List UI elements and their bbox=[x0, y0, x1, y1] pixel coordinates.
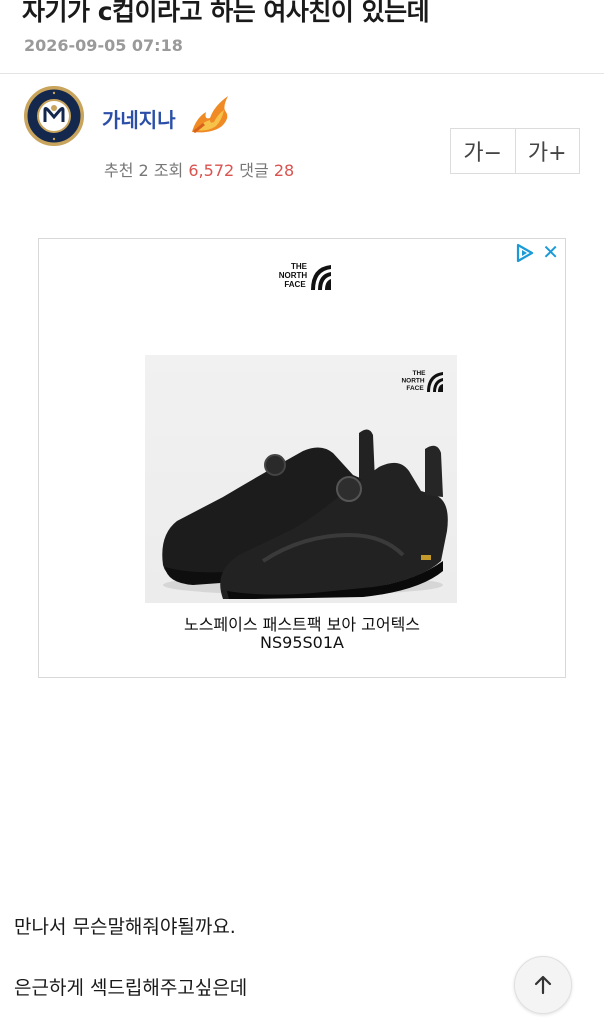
recommend-count: 2 bbox=[138, 161, 149, 180]
shoes-image bbox=[162, 429, 448, 599]
font-size-controls: 가− 가+ bbox=[450, 128, 580, 174]
product-code[interactable]: NS95S01A bbox=[39, 633, 565, 652]
brand-logo: THE NORTH FACE bbox=[279, 262, 331, 290]
ad-close-icon[interactable]: ✕ bbox=[542, 241, 559, 263]
flame-icon bbox=[192, 96, 228, 134]
brewers-logo-icon bbox=[24, 86, 84, 146]
font-decrease-button[interactable]: 가− bbox=[451, 129, 515, 173]
post-date: 2026-09-05 07:18 bbox=[24, 36, 183, 55]
comments-count: 28 bbox=[273, 161, 295, 180]
ad-choices-icon[interactable] bbox=[515, 243, 535, 263]
author-name[interactable]: 가네지나 bbox=[102, 104, 176, 133]
brand-logo-line2: NORTH bbox=[279, 271, 308, 280]
svg-text:THE: THE bbox=[413, 370, 427, 377]
scroll-to-top-button[interactable] bbox=[514, 956, 572, 1014]
post-stats: 추천 2 조회 6,572 댓글 28 bbox=[104, 157, 294, 181]
post-title: 자기가 c컵이라고 하는 여사친이 있는데 bbox=[22, 0, 430, 26]
arrow-up-icon bbox=[534, 975, 552, 995]
brand-logo-line3: FACE bbox=[284, 280, 306, 289]
views-label: 조회 bbox=[153, 161, 184, 180]
recommend-label: 추천 bbox=[104, 161, 134, 180]
comments-label: 댓글 bbox=[239, 161, 269, 180]
avatar[interactable] bbox=[24, 86, 84, 146]
font-increase-button[interactable]: 가+ bbox=[514, 129, 579, 173]
product-name[interactable]: 노스페이스 패스트팩 보아 고어텍스 bbox=[39, 611, 565, 635]
brand-logo-line1: THE bbox=[291, 262, 308, 271]
views-count: 6,572 bbox=[188, 161, 235, 180]
svg-text:NORTH: NORTH bbox=[401, 378, 424, 385]
advertisement[interactable]: ✕ THE NORTH FACE THE NORTH FACE 노스페이스 패스… bbox=[38, 238, 566, 678]
post-body-line-1: 만나서 무슨말해줘야될까요. bbox=[14, 916, 236, 938]
header-divider bbox=[0, 73, 604, 74]
product-image[interactable]: THE NORTH FACE bbox=[145, 355, 457, 603]
post-body-line-2: 은근하게 섹드립해주고싶은데 bbox=[14, 977, 248, 999]
